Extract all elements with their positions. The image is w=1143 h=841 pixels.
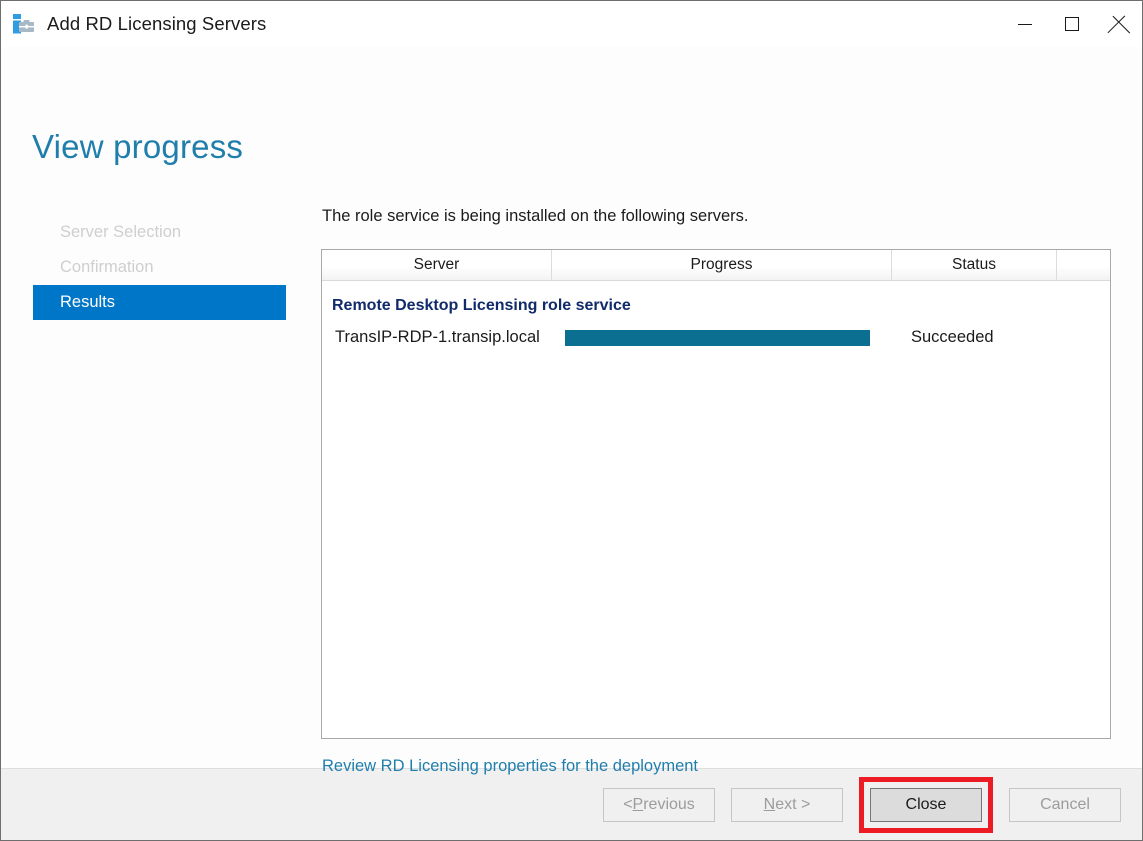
- previous-label-suffix: revious: [643, 795, 695, 813]
- column-header-server[interactable]: Server: [322, 250, 552, 280]
- dialog-footer: < Previous Next > Close Cancel: [1, 768, 1142, 840]
- progress-bar-fill: [565, 329, 870, 346]
- instruction-text: The role service is being installed on t…: [322, 207, 749, 225]
- sidebar-item-results[interactable]: Results: [33, 285, 286, 320]
- column-header-spacer: [1057, 250, 1110, 280]
- step-label: Results: [60, 293, 116, 311]
- previous-button[interactable]: < Previous: [603, 787, 715, 822]
- cell-server-name: TransIP-RDP-1.transip.local: [335, 328, 540, 346]
- previous-label-prefix: <: [623, 795, 633, 813]
- table-row: TransIP-RDP-1.transip.local Succeeded: [322, 328, 1110, 347]
- next-button[interactable]: Next >: [731, 787, 843, 822]
- window-title: Add RD Licensing Servers: [47, 13, 267, 34]
- cancel-button[interactable]: Cancel: [1009, 787, 1121, 822]
- step-label: Confirmation: [60, 258, 154, 276]
- close-icon: [1110, 15, 1128, 33]
- sidebar-item-confirmation[interactable]: Confirmation: [33, 250, 286, 285]
- close-window-button[interactable]: [1095, 1, 1142, 47]
- page-title: View progress: [32, 128, 244, 165]
- table-group-header: Remote Desktop Licensing role service: [332, 297, 631, 314]
- next-label-suffix: ext >: [775, 795, 811, 813]
- column-header-progress[interactable]: Progress: [552, 250, 892, 280]
- minimize-icon: [1017, 23, 1032, 25]
- cell-progress: [565, 329, 895, 346]
- window-controls: [1001, 1, 1142, 47]
- table-header-row: Server Progress Status: [322, 250, 1110, 281]
- step-label: Server Selection: [60, 223, 182, 241]
- close-button[interactable]: Close: [870, 787, 982, 822]
- progress-bar: [565, 329, 870, 346]
- previous-accel-key: P: [632, 795, 644, 813]
- maximize-icon: [1064, 17, 1079, 31]
- cell-status: Succeeded: [911, 328, 994, 346]
- add-rd-licensing-servers-window: Add RD Licensing Servers View progress S…: [0, 0, 1143, 841]
- minimize-button[interactable]: [1001, 1, 1048, 47]
- review-rd-licensing-properties-link[interactable]: Review RD Licensing properties for the d…: [322, 757, 698, 776]
- wizard-steps: Server Selection Confirmation Results: [33, 215, 286, 320]
- sidebar-item-server-selection[interactable]: Server Selection: [33, 215, 286, 250]
- title-bar: Add RD Licensing Servers: [1, 1, 1142, 47]
- dialog-body: View progress Server Selection Confirmat…: [1, 47, 1142, 775]
- rd-licensing-server-icon: [12, 12, 36, 36]
- column-header-status[interactable]: Status: [892, 250, 1057, 280]
- main-content: The role service is being installed on t…: [321, 207, 1111, 776]
- next-accel-key: N: [763, 795, 776, 813]
- close-button-highlight-annotation: Close: [859, 776, 993, 833]
- maximize-button[interactable]: [1048, 1, 1095, 47]
- install-progress-table: Server Progress Status Remote Desktop Li…: [321, 249, 1111, 739]
